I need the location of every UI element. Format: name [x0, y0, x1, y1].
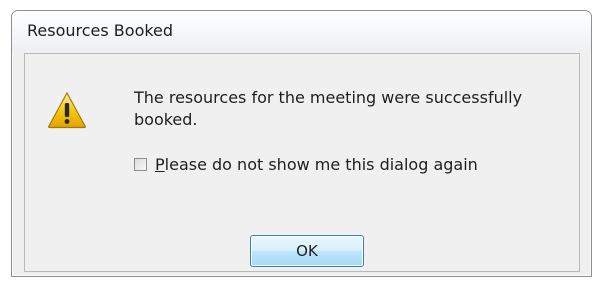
dont-show-again-label-text: lease do not show me this dialog again	[164, 154, 478, 174]
dont-show-again-option[interactable]: Please do not show me this dialog again	[134, 154, 478, 174]
dont-show-again-label[interactable]: Please do not show me this dialog again	[155, 155, 478, 174]
dialog-title: Resources Booked	[27, 21, 174, 40]
dont-show-again-checkbox[interactable]	[134, 157, 147, 171]
mnemonic-letter: P	[155, 154, 165, 174]
title-bar[interactable]: Resources Booked	[12, 11, 591, 51]
ok-button[interactable]: OK	[250, 235, 364, 267]
warning-icon	[48, 91, 86, 129]
dialog-body: The resources for the meeting were succe…	[24, 53, 580, 272]
dialog-message: The resources for the meeting were succe…	[134, 88, 523, 129]
resources-booked-dialog: Resources Booked The resources for the m…	[11, 10, 592, 277]
